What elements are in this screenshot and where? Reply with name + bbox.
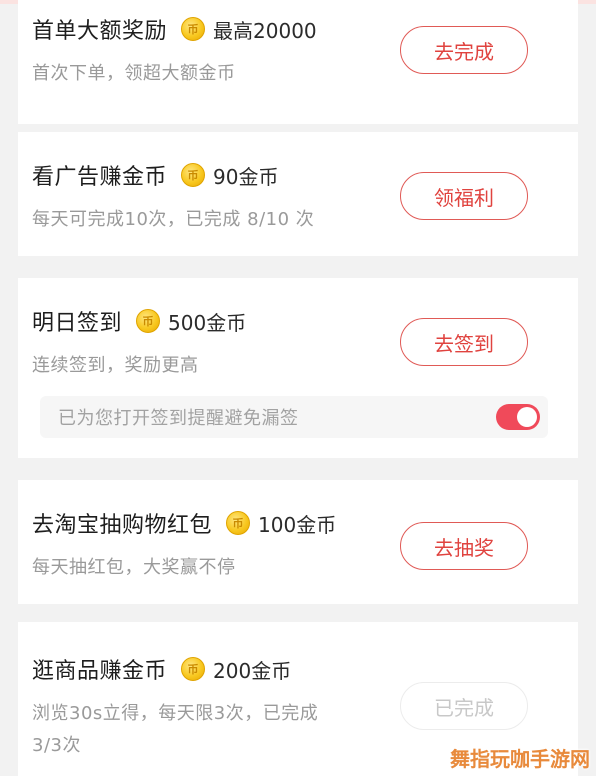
- task-title: 明日签到: [32, 311, 123, 336]
- task-title: 首单大额奖励: [32, 19, 168, 44]
- coin-icon: 币: [181, 163, 206, 187]
- claim-welfare-button[interactable]: 领福利: [400, 172, 528, 220]
- task-reward: 200金币: [213, 658, 292, 683]
- task-reward: 500金币: [168, 310, 247, 335]
- task-title: 逛商品赚金币: [32, 659, 168, 684]
- task-title-row: 首单大额奖励 币 最高20000: [32, 12, 317, 46]
- go-complete-button[interactable]: 去完成: [400, 26, 528, 74]
- task-reward: 100金币: [258, 512, 337, 537]
- task-description: 首次下单，领超大额金币: [32, 63, 236, 84]
- reminder-text: 已为您打开签到提醒避免漏签: [58, 408, 299, 429]
- task-reward: 90金币: [213, 164, 279, 189]
- task-reward: 最高20000: [213, 18, 317, 43]
- site-watermark: 舞指玩咖手游网: [450, 747, 590, 771]
- task-title: 看广告赚金币: [32, 165, 168, 190]
- task-title: 去淘宝抽购物红包: [32, 513, 213, 538]
- reminder-toggle[interactable]: [496, 404, 540, 430]
- task-description: 每天抽红包，大奖赢不停: [32, 557, 236, 578]
- lottery-button[interactable]: 去抽奖: [400, 522, 528, 570]
- toggle-knob: [517, 407, 537, 427]
- task-description: 连续签到，奖励更高: [32, 355, 199, 376]
- coin-icon: 币: [181, 657, 206, 681]
- coin-icon: 币: [181, 17, 206, 41]
- task-description-line2: 3/3次: [32, 735, 81, 756]
- task-title-row: 明日签到 币 500金币: [32, 304, 246, 338]
- task-description: 每天可完成10次，已完成 8/10 次: [32, 209, 315, 230]
- task-title-row: 去淘宝抽购物红包 币 100金币: [32, 506, 336, 540]
- coin-icon: 币: [226, 511, 251, 535]
- task-title-row: 看广告赚金币 币 90金币: [32, 158, 278, 192]
- coin-icon: 币: [136, 309, 161, 333]
- check-in-button[interactable]: 去签到: [400, 318, 528, 366]
- task-description-line1: 浏览30s立得，每天限3次，已完成: [32, 703, 319, 724]
- completed-button[interactable]: 已完成: [400, 682, 528, 730]
- check-in-reminder-bar: 已为您打开签到提醒避免漏签: [40, 396, 548, 438]
- task-title-row: 逛商品赚金币 币 200金币: [32, 652, 291, 686]
